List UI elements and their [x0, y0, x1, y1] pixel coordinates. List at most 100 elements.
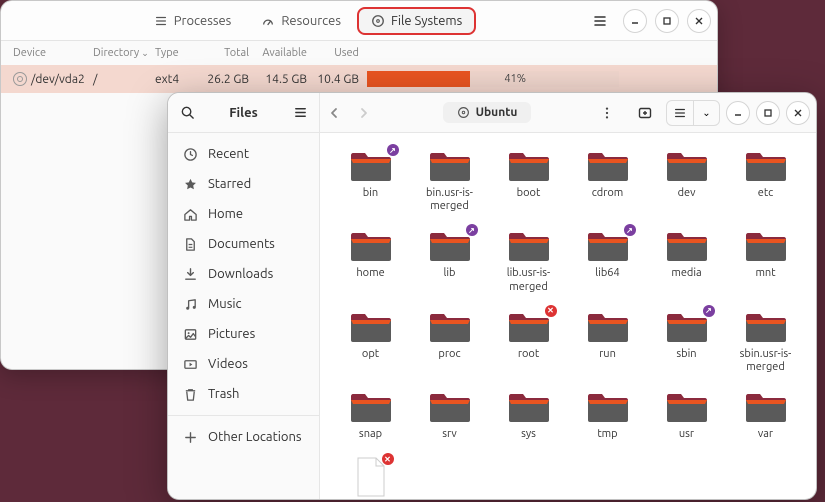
- folder-label: opt: [362, 348, 379, 362]
- folder-icon: [586, 147, 630, 183]
- sidebar-item-label: Starred: [208, 177, 251, 191]
- minimize-button[interactable]: [726, 101, 750, 125]
- folder-label: mnt: [755, 267, 775, 281]
- folder-icon: [586, 388, 630, 424]
- folder-item[interactable]: sys: [492, 388, 565, 442]
- folder-item[interactable]: media: [650, 227, 723, 293]
- sidebar-item-starred[interactable]: Starred: [168, 169, 319, 199]
- folder-item[interactable]: home: [334, 227, 407, 293]
- folder-icon: ↗: [349, 147, 393, 183]
- folder-item[interactable]: mnt: [729, 227, 802, 293]
- files-header-left: Files: [168, 93, 320, 132]
- files-window: Files Ubuntu: [167, 92, 817, 500]
- menu-button[interactable]: [585, 7, 615, 35]
- back-button[interactable]: [328, 107, 352, 119]
- folder-item[interactable]: ✕root: [492, 308, 565, 374]
- folder-item[interactable]: var: [729, 388, 802, 442]
- view-mode-button[interactable]: ⌄: [666, 100, 720, 126]
- folder-label: usr: [679, 428, 694, 442]
- col-available[interactable]: Available: [253, 47, 311, 59]
- sidebar-item-label: Other Locations: [208, 430, 302, 444]
- maximize-button[interactable]: [655, 9, 679, 33]
- folder-label: run: [599, 348, 616, 362]
- files-header-mid: Ubuntu: [320, 99, 630, 127]
- sidebar-item-pictures[interactable]: Pictures: [168, 319, 319, 349]
- tab-filesystems-label: File Systems: [391, 14, 462, 28]
- tab-processes[interactable]: Processes: [142, 9, 244, 33]
- folder-item[interactable]: ↗lib64: [571, 227, 644, 293]
- folder-item[interactable]: snap: [334, 388, 407, 442]
- kebab-button[interactable]: [592, 99, 622, 127]
- sidebar-item-label: Music: [208, 297, 242, 311]
- sidebar-item-recent[interactable]: Recent: [168, 139, 319, 169]
- folder-item[interactable]: ↗sbin: [650, 308, 723, 374]
- sidebar-item-home[interactable]: Home: [168, 199, 319, 229]
- folder-item[interactable]: sbin.usr-is-merged: [729, 308, 802, 374]
- folder-item[interactable]: run: [571, 308, 644, 374]
- forward-button[interactable]: [358, 107, 382, 119]
- folder-item[interactable]: ↗bin: [334, 147, 407, 213]
- close-button[interactable]: [687, 9, 711, 33]
- folder-icon: [744, 308, 788, 344]
- home-icon: [182, 206, 198, 222]
- folder-label: cdrom: [592, 187, 624, 201]
- folder-label: etc: [758, 187, 774, 201]
- folder-icon: [349, 227, 393, 263]
- folder-item[interactable]: proc: [413, 308, 486, 374]
- col-device[interactable]: Device: [9, 47, 89, 59]
- folder-label: lib64: [595, 267, 619, 281]
- folder-item[interactable]: lib.usr-is-merged: [492, 227, 565, 293]
- maximize-button[interactable]: [756, 101, 780, 125]
- path-bar[interactable]: Ubuntu: [443, 102, 532, 123]
- folder-item[interactable]: opt: [334, 308, 407, 374]
- cell-directory: /: [89, 73, 151, 86]
- folder-label: snap: [359, 428, 382, 442]
- folder-label: dev: [678, 187, 696, 201]
- disk-icon: [457, 106, 470, 119]
- folder-item[interactable]: dev: [650, 147, 723, 213]
- folder-item[interactable]: usr: [650, 388, 723, 442]
- sidebar-item-music[interactable]: Music: [168, 289, 319, 319]
- disk-icon: [13, 72, 27, 86]
- tab-resources[interactable]: Resources: [249, 9, 353, 33]
- folder-item[interactable]: boot: [492, 147, 565, 213]
- folder-icon: [744, 227, 788, 263]
- col-total[interactable]: Total: [195, 47, 253, 59]
- sidebar-menu-button[interactable]: [285, 99, 315, 127]
- disk-icon: [371, 14, 385, 28]
- folder-label: boot: [517, 187, 541, 201]
- star-icon: [182, 176, 198, 192]
- sidebar-item-downloads[interactable]: Downloads: [168, 259, 319, 289]
- folder-icon: [507, 227, 551, 263]
- sidebar-item-label: Documents: [208, 237, 275, 251]
- folder-item[interactable]: cdrom: [571, 147, 644, 213]
- folder-label: srv: [442, 428, 457, 442]
- sidebar-item-documents[interactable]: Documents: [168, 229, 319, 259]
- folder-icon: ✕: [507, 308, 551, 344]
- sidebar-item-other-locations[interactable]: Other Locations: [168, 422, 319, 452]
- cell-available: 14.5 GB: [253, 73, 311, 86]
- folder-item[interactable]: bin.usr-is-merged: [413, 147, 486, 213]
- folder-grid-area[interactable]: ↗binbin.usr-is-merged boot cdrom dev etc home…: [320, 133, 816, 499]
- folder-item[interactable]: ↗lib: [413, 227, 486, 293]
- file-item[interactable]: ✕swap.img: [334, 456, 407, 499]
- close-button[interactable]: [786, 101, 810, 125]
- minimize-button[interactable]: [623, 9, 647, 33]
- symlink-badge-icon: ↗: [466, 224, 478, 236]
- tab-filesystems[interactable]: File Systems: [359, 9, 474, 33]
- col-used[interactable]: Used: [311, 47, 363, 59]
- col-type[interactable]: Type: [151, 47, 195, 59]
- sidebar-item-trash[interactable]: Trash: [168, 379, 319, 409]
- filesystems-table-row[interactable]: /dev/vda2 / ext4 26.2 GB 14.5 GB 10.4 GB…: [1, 65, 717, 93]
- folder-item[interactable]: etc: [729, 147, 802, 213]
- new-tab-button[interactable]: [630, 99, 660, 127]
- folder-item[interactable]: srv: [413, 388, 486, 442]
- folder-item[interactable]: tmp: [571, 388, 644, 442]
- search-button[interactable]: [172, 99, 202, 127]
- usage-fill: [367, 71, 470, 87]
- trash-icon: [182, 386, 198, 402]
- col-directory[interactable]: Directory⌄: [89, 47, 151, 59]
- folder-label: home: [356, 267, 384, 281]
- sidebar-item-videos[interactable]: Videos: [168, 349, 319, 379]
- list-icon: [154, 14, 168, 28]
